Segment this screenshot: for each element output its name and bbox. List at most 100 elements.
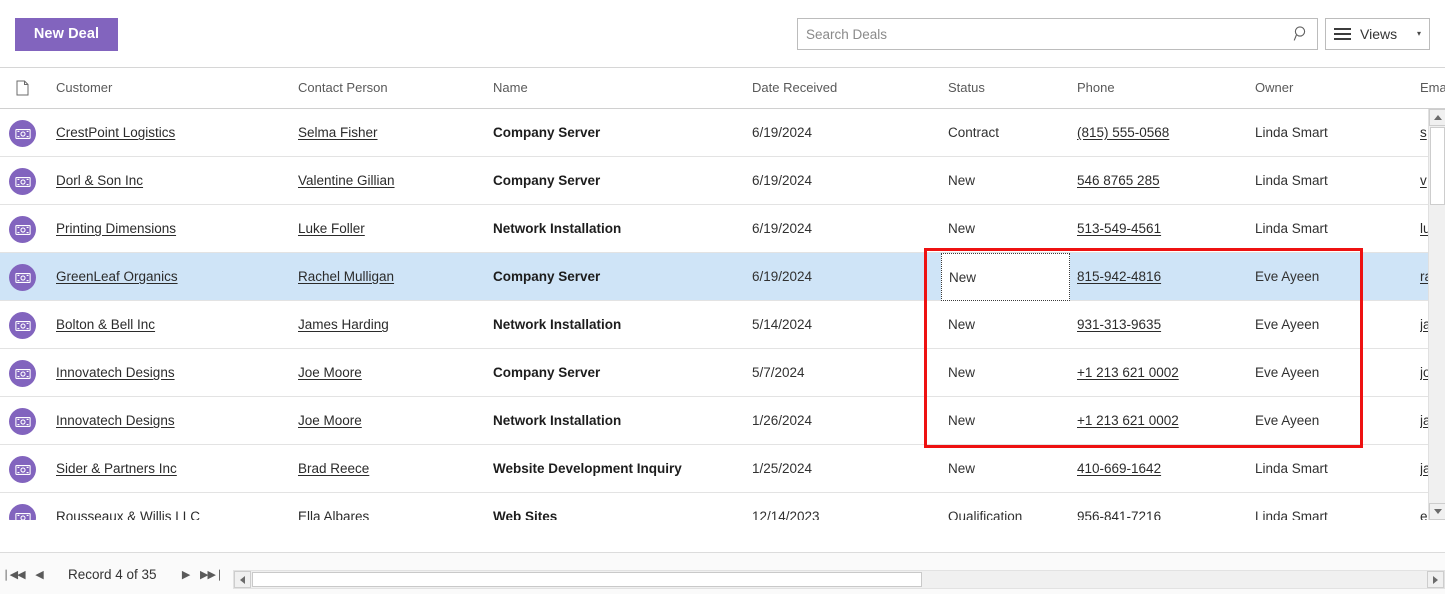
next-record-button[interactable]: ▶ bbox=[173, 553, 199, 594]
cell-contact[interactable]: Valentine Gillian bbox=[298, 157, 490, 205]
cell-status: New bbox=[948, 173, 976, 188]
horizontal-scroll-thumb[interactable] bbox=[252, 572, 922, 587]
last-record-button[interactable]: ▶▶❘ bbox=[199, 553, 225, 594]
new-deal-button[interactable]: New Deal bbox=[15, 18, 118, 51]
table-row[interactable]: Printing Dimensions Luke Foller Network In… bbox=[0, 205, 1431, 253]
cell-owner: Eve Ayeen bbox=[1255, 317, 1320, 332]
money-banknote-icon[interactable] bbox=[9, 120, 36, 147]
cell-customer[interactable]: Bolton & Bell Inc bbox=[56, 301, 296, 349]
cell-name: Company Server bbox=[493, 173, 601, 188]
cell-customer[interactable]: Printing Dimensions bbox=[56, 205, 296, 253]
search-deals-box[interactable] bbox=[797, 18, 1318, 50]
money-banknote-icon[interactable] bbox=[9, 168, 36, 195]
cell-customer[interactable]: Rousseaux & Willis LLC bbox=[56, 493, 296, 520]
table-row[interactable]: Innovatech Designs Joe Moore Network Insta… bbox=[0, 397, 1431, 445]
scroll-down-arrow[interactable] bbox=[1429, 503, 1445, 520]
scroll-up-arrow[interactable] bbox=[1429, 109, 1445, 126]
first-record-button[interactable]: ❘◀◀ bbox=[0, 553, 26, 594]
money-banknote-icon[interactable] bbox=[9, 360, 36, 387]
cell-phone[interactable]: +1 213 621 0002 bbox=[1077, 397, 1251, 445]
search-icon[interactable] bbox=[1293, 25, 1310, 42]
column-header-date[interactable]: Date Received bbox=[752, 68, 944, 108]
record-pager: ❘◀◀ ◀ Record 4 of 35 ▶ ▶▶❘ bbox=[0, 553, 225, 594]
cell-owner: Linda Smart bbox=[1255, 509, 1328, 520]
money-banknote-icon[interactable] bbox=[9, 408, 36, 435]
cell-contact[interactable]: Joe Moore bbox=[298, 349, 490, 397]
cell-contact[interactable]: James Harding bbox=[298, 301, 490, 349]
cell-customer[interactable]: CrestPoint Logistics bbox=[56, 109, 296, 157]
cell-date: 6/19/2024 bbox=[752, 173, 813, 188]
deals-grid-screen: New Deal Views ▾ CustomerCon bbox=[0, 0, 1445, 594]
cell-phone[interactable]: 410-669-1642 bbox=[1077, 445, 1251, 493]
cell-phone[interactable]: (815) 555-0568 bbox=[1077, 109, 1251, 157]
money-banknote-icon[interactable] bbox=[9, 264, 36, 291]
cell-contact[interactable]: Selma Fisher bbox=[298, 109, 490, 157]
cell-status: New bbox=[948, 221, 976, 236]
scroll-right-arrow[interactable] bbox=[1427, 571, 1444, 588]
table-row[interactable]: Sider & Partners Inc Brad Reece Website De… bbox=[0, 445, 1431, 493]
cell-status: Contract bbox=[948, 125, 1000, 140]
column-header-phone[interactable]: Phone bbox=[1077, 68, 1251, 108]
table-row[interactable]: Bolton & Bell Inc James Harding Network In… bbox=[0, 301, 1431, 349]
table-row[interactable]: GreenLeaf Organics Rachel Mulligan Company… bbox=[0, 253, 1432, 301]
table-row[interactable]: Innovatech Designs Joe Moore Company Serve… bbox=[0, 349, 1431, 397]
cell-customer[interactable]: Sider & Partners Inc bbox=[56, 445, 296, 493]
vertical-scrollbar[interactable] bbox=[1428, 109, 1445, 520]
cell-contact[interactable]: Ella Albares bbox=[298, 493, 490, 520]
cell-contact[interactable]: Brad Reece bbox=[298, 445, 490, 493]
cell-phone[interactable]: 931-313-9635 bbox=[1077, 301, 1251, 349]
cell-date: 6/19/2024 bbox=[752, 125, 813, 140]
cell-owner: Eve Ayeen bbox=[1255, 413, 1320, 428]
cell-name: Network Installation bbox=[493, 221, 622, 236]
views-label: Views bbox=[1360, 26, 1398, 42]
table-row[interactable]: CrestPoint Logistics Selma Fisher Company … bbox=[0, 109, 1430, 157]
cell-contact[interactable]: Joe Moore bbox=[298, 397, 490, 445]
cell-owner: Eve Ayeen bbox=[1255, 365, 1320, 380]
horizontal-scrollbar[interactable] bbox=[233, 570, 1445, 589]
cell-phone[interactable]: 956-841-7216 bbox=[1077, 493, 1251, 520]
cell-owner: Linda Smart bbox=[1255, 461, 1328, 476]
money-banknote-icon[interactable] bbox=[9, 504, 36, 520]
column-header-email[interactable]: Email bbox=[1420, 68, 1445, 108]
money-banknote-icon[interactable] bbox=[9, 216, 36, 243]
table-row[interactable]: Rousseaux & Willis LLC Ella Albares Web Si… bbox=[0, 493, 1430, 520]
deals-grid-body[interactable]: CrestPoint Logistics Selma Fisher Company … bbox=[0, 109, 1445, 520]
grid-footer: ❘◀◀ ◀ Record 4 of 35 ▶ ▶▶❘ bbox=[0, 552, 1445, 594]
cell-contact[interactable]: Rachel Mulligan bbox=[298, 253, 490, 301]
cell-customer[interactable]: Innovatech Designs bbox=[56, 349, 296, 397]
record-counter-label: Record 4 of 35 bbox=[68, 566, 157, 582]
document-icon bbox=[16, 80, 29, 96]
cell-customer[interactable]: Dorl & Son Inc bbox=[56, 157, 296, 205]
cell-phone[interactable]: 815-942-4816 bbox=[1077, 253, 1251, 301]
previous-record-button[interactable]: ◀ bbox=[26, 553, 52, 594]
cell-customer[interactable]: GreenLeaf Organics bbox=[56, 253, 296, 301]
search-input[interactable] bbox=[798, 19, 1290, 49]
cell-phone[interactable]: +1 213 621 0002 bbox=[1077, 349, 1251, 397]
column-header-status[interactable]: Status bbox=[948, 68, 1074, 108]
cell-name: Company Server bbox=[493, 365, 601, 380]
column-header-name[interactable]: Name bbox=[493, 68, 748, 108]
cell-phone[interactable]: 546 8765 285 bbox=[1077, 157, 1251, 205]
column-header-owner[interactable]: Owner bbox=[1255, 68, 1405, 108]
cell-phone[interactable]: 513-549-4561 bbox=[1077, 205, 1251, 253]
cell-name: Company Server bbox=[493, 269, 601, 284]
cell-date: 6/19/2024 bbox=[752, 221, 813, 236]
cell-name: Web Sites bbox=[493, 509, 558, 520]
cell-contact[interactable]: Luke Foller bbox=[298, 205, 490, 253]
cell-customer[interactable]: Innovatech Designs bbox=[56, 397, 296, 445]
vertical-scroll-thumb[interactable] bbox=[1430, 127, 1445, 205]
money-banknote-icon[interactable] bbox=[9, 312, 36, 339]
grid-column-headers: Customer Contact Person Name Date Received S… bbox=[0, 68, 1445, 109]
cell-name: Website Development Inquiry bbox=[493, 461, 682, 476]
chevron-down-icon[interactable]: ▾ bbox=[1417, 30, 1421, 38]
column-header-contact[interactable]: Contact Person bbox=[298, 68, 490, 108]
scroll-left-arrow[interactable] bbox=[234, 571, 251, 588]
cell-owner: Linda Smart bbox=[1255, 125, 1328, 140]
column-header-customer[interactable]: Customer bbox=[56, 68, 296, 108]
views-button[interactable]: Views ▾ bbox=[1325, 18, 1430, 50]
table-row[interactable]: Dorl & Son Inc Valentine Gillian Company S… bbox=[0, 157, 1430, 205]
cell-status: New bbox=[948, 269, 976, 284]
cell-name: Network Installation bbox=[493, 413, 622, 428]
money-banknote-icon[interactable] bbox=[9, 456, 36, 483]
cell-status: Qualification bbox=[948, 509, 1023, 520]
